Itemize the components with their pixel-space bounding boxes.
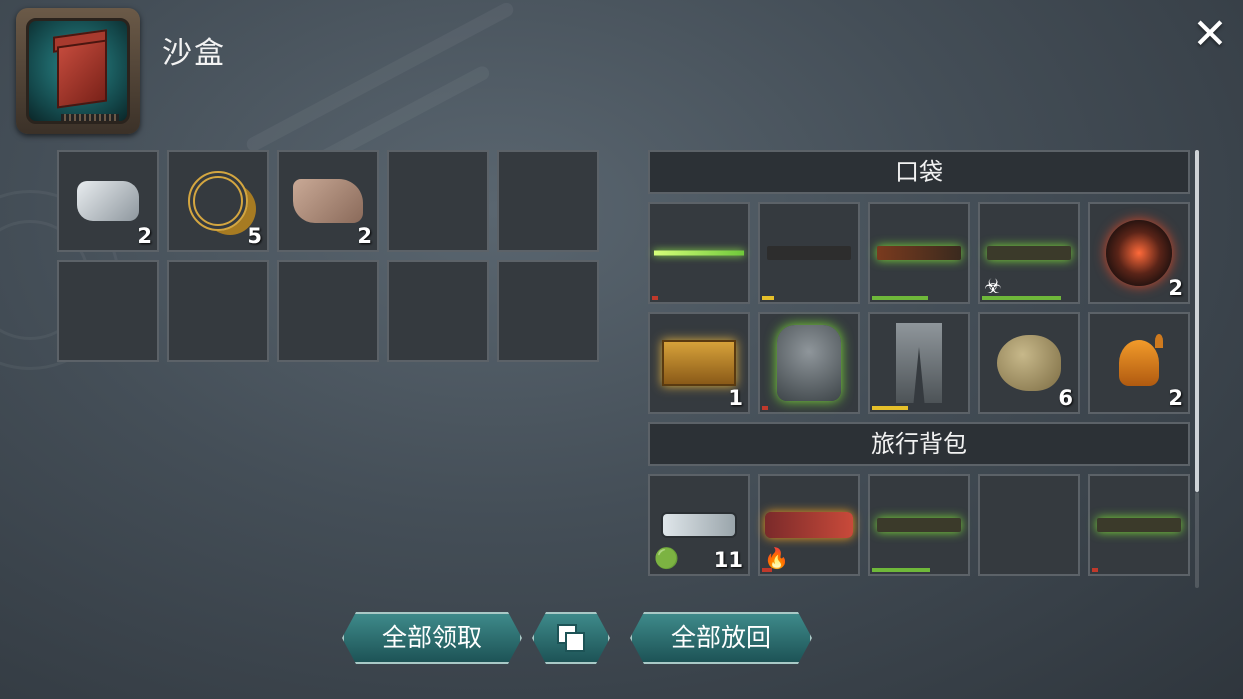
m16-rifle-icon xyxy=(767,246,851,260)
stack-icon xyxy=(554,621,588,655)
durability-bar xyxy=(872,406,908,410)
canteen-icon xyxy=(997,335,1061,391)
armor-jacket-icon xyxy=(777,325,841,401)
item-status-badge-icon: ☣ xyxy=(984,274,1002,298)
empty-inventory-slot[interactable] xyxy=(978,474,1080,576)
put-all-back-button[interactable]: 全部放回 xyxy=(630,612,812,664)
toolbox-icon xyxy=(662,340,736,386)
inventory-slot[interactable]: 6 xyxy=(978,312,1080,414)
inventory-slot[interactable]: 🔥 xyxy=(758,474,860,576)
durability-bar xyxy=(762,296,774,300)
empty-inventory-slot[interactable] xyxy=(497,260,599,362)
stack-button[interactable] xyxy=(532,612,610,664)
assault-rifle-icon xyxy=(1097,518,1181,532)
ak-rifle-icon xyxy=(877,518,961,532)
inventory-slot[interactable]: 1 xyxy=(648,312,750,414)
spiked-mine-icon xyxy=(1106,220,1172,286)
close-button[interactable]: ✕ xyxy=(1190,13,1230,55)
inventory-slot[interactable]: 5 xyxy=(167,150,269,252)
inventory-slot[interactable] xyxy=(868,312,970,414)
oil-can-icon xyxy=(1119,340,1159,386)
durability-bar xyxy=(1092,568,1098,572)
empty-inventory-slot[interactable] xyxy=(57,260,159,362)
inventory-slot[interactable] xyxy=(758,312,860,414)
inventory-slot[interactable] xyxy=(758,202,860,304)
inventory-slot[interactable]: 2 xyxy=(277,150,379,252)
item-count: 1 xyxy=(728,386,743,410)
inventory-slot[interactable] xyxy=(648,202,750,304)
inventory-slot[interactable] xyxy=(868,202,970,304)
gold-jewelry-icon xyxy=(188,171,248,231)
scrollbar-thumb[interactable] xyxy=(1195,150,1199,492)
cloth-icon xyxy=(293,179,363,223)
empty-inventory-slot[interactable] xyxy=(387,260,489,362)
item-count: 11 xyxy=(713,548,743,572)
portrait-screen xyxy=(26,18,130,124)
portrait-grille xyxy=(61,114,119,121)
inventory-slot[interactable]: 2 xyxy=(57,150,159,252)
pocket-header: 口袋 xyxy=(648,150,1190,194)
item-status-badge-icon: 🟢 xyxy=(654,546,679,570)
durability-bar xyxy=(652,296,658,300)
syringe-icon xyxy=(663,514,735,536)
item-count: 5 xyxy=(247,224,262,248)
item-status-badge-icon: 🔥 xyxy=(764,546,789,570)
durability-bar xyxy=(762,406,768,410)
crate-icon xyxy=(57,39,107,109)
hunting-rifle-icon xyxy=(877,246,961,260)
inventory-slot[interactable] xyxy=(1088,474,1190,576)
flame-launcher-icon xyxy=(765,512,853,538)
inventory-slot[interactable]: 🟢 11 xyxy=(648,474,750,576)
container-portrait xyxy=(16,8,140,134)
durability-bar xyxy=(872,296,928,300)
inventory-slot[interactable] xyxy=(868,474,970,576)
item-count: 2 xyxy=(357,224,372,248)
empty-inventory-slot[interactable] xyxy=(277,260,379,362)
inventory-slot[interactable]: 2 xyxy=(1088,312,1190,414)
item-count: 6 xyxy=(1058,386,1073,410)
durability-bar xyxy=(872,568,930,572)
inventory-slot[interactable]: 2 xyxy=(1088,202,1190,304)
item-count: 2 xyxy=(1168,276,1183,300)
ak-rifle-icon xyxy=(987,246,1071,260)
empty-inventory-slot[interactable] xyxy=(167,260,269,362)
metal-ingot-icon xyxy=(77,181,139,221)
container-title: 沙盒 xyxy=(162,36,226,71)
take-all-button[interactable]: 全部领取 xyxy=(342,612,522,664)
scrollbar-track[interactable] xyxy=(1195,492,1199,588)
backpack-header: 旅行背包 xyxy=(648,422,1190,466)
empty-inventory-slot[interactable] xyxy=(497,150,599,252)
item-count: 2 xyxy=(137,224,152,248)
empty-inventory-slot[interactable] xyxy=(387,150,489,252)
katana-icon xyxy=(654,250,744,256)
inventory-slot[interactable]: ☣ xyxy=(978,202,1080,304)
item-count: 2 xyxy=(1168,386,1183,410)
armor-pants-icon xyxy=(896,323,942,403)
